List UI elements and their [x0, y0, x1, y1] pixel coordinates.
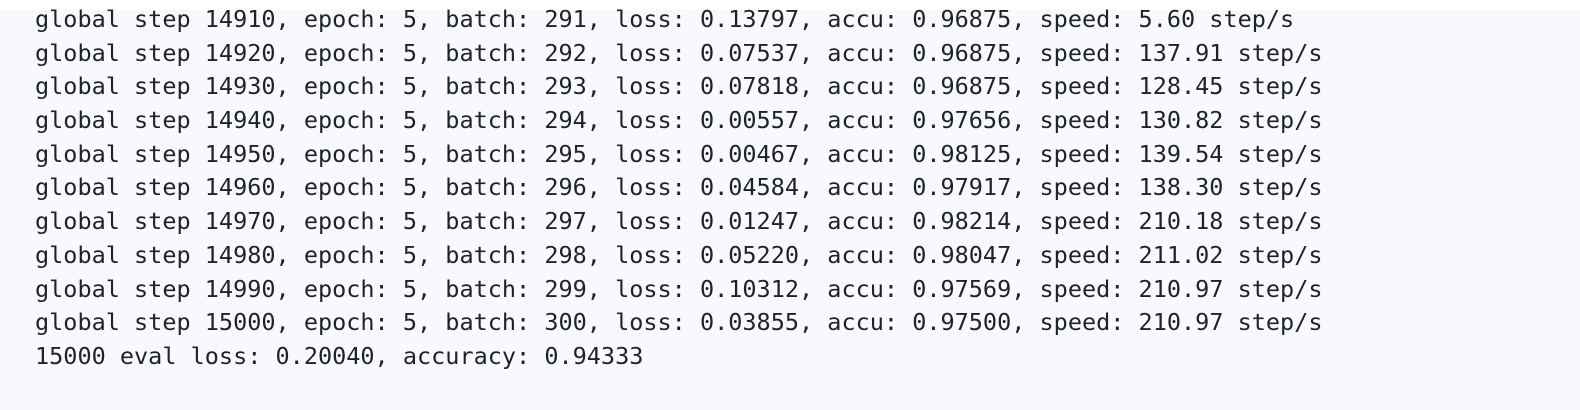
training-log-output: global step 14910, epoch: 5, batch: 291,… — [35, 3, 1323, 374]
log-line: global step 15000, epoch: 5, batch: 300,… — [35, 308, 1323, 337]
log-line: global step 14920, epoch: 5, batch: 292,… — [35, 38, 1323, 67]
log-line: global step 14940, epoch: 5, batch: 294,… — [35, 106, 1323, 135]
eval-result-line: 15000 eval loss: 0.20040, accuracy: 0.94… — [35, 341, 644, 370]
log-line: global step 14910, epoch: 5, batch: 291,… — [35, 5, 1295, 33]
log-line: global step 14960, epoch: 5, batch: 296,… — [35, 173, 1323, 202]
log-line: global step 14980, epoch: 5, batch: 298,… — [35, 240, 1323, 269]
log-line: global step 14990, epoch: 5, batch: 299,… — [35, 274, 1323, 303]
log-line: global step 14930, epoch: 5, batch: 293,… — [35, 72, 1323, 101]
cell-output-panel: global step 14910, epoch: 5, batch: 291,… — [0, 5, 1580, 410]
log-line: global step 14950, epoch: 5, batch: 295,… — [35, 139, 1323, 168]
log-line: global step 14970, epoch: 5, batch: 297,… — [35, 207, 1323, 236]
